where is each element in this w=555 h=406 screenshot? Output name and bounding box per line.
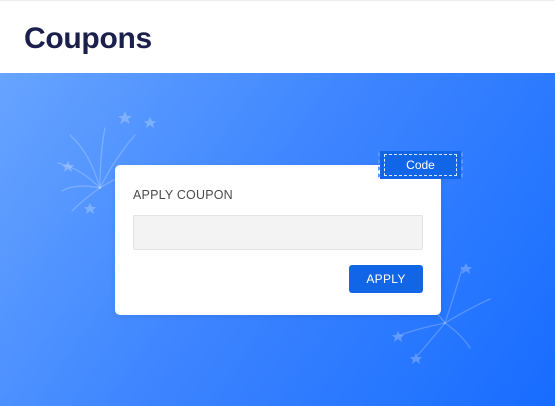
coupon-code-input[interactable] — [133, 215, 423, 250]
code-tag-label: Code — [384, 154, 457, 176]
coupon-banner: APPLY COUPON APPLY Code — [0, 73, 555, 406]
page-header: Coupons — [0, 0, 555, 73]
apply-button[interactable]: APPLY — [349, 265, 423, 293]
code-tag: Code — [378, 151, 463, 179]
apply-coupon-card: APPLY COUPON APPLY — [115, 165, 441, 315]
page-title: Coupons — [24, 22, 152, 55]
apply-coupon-title: APPLY COUPON — [133, 188, 233, 202]
